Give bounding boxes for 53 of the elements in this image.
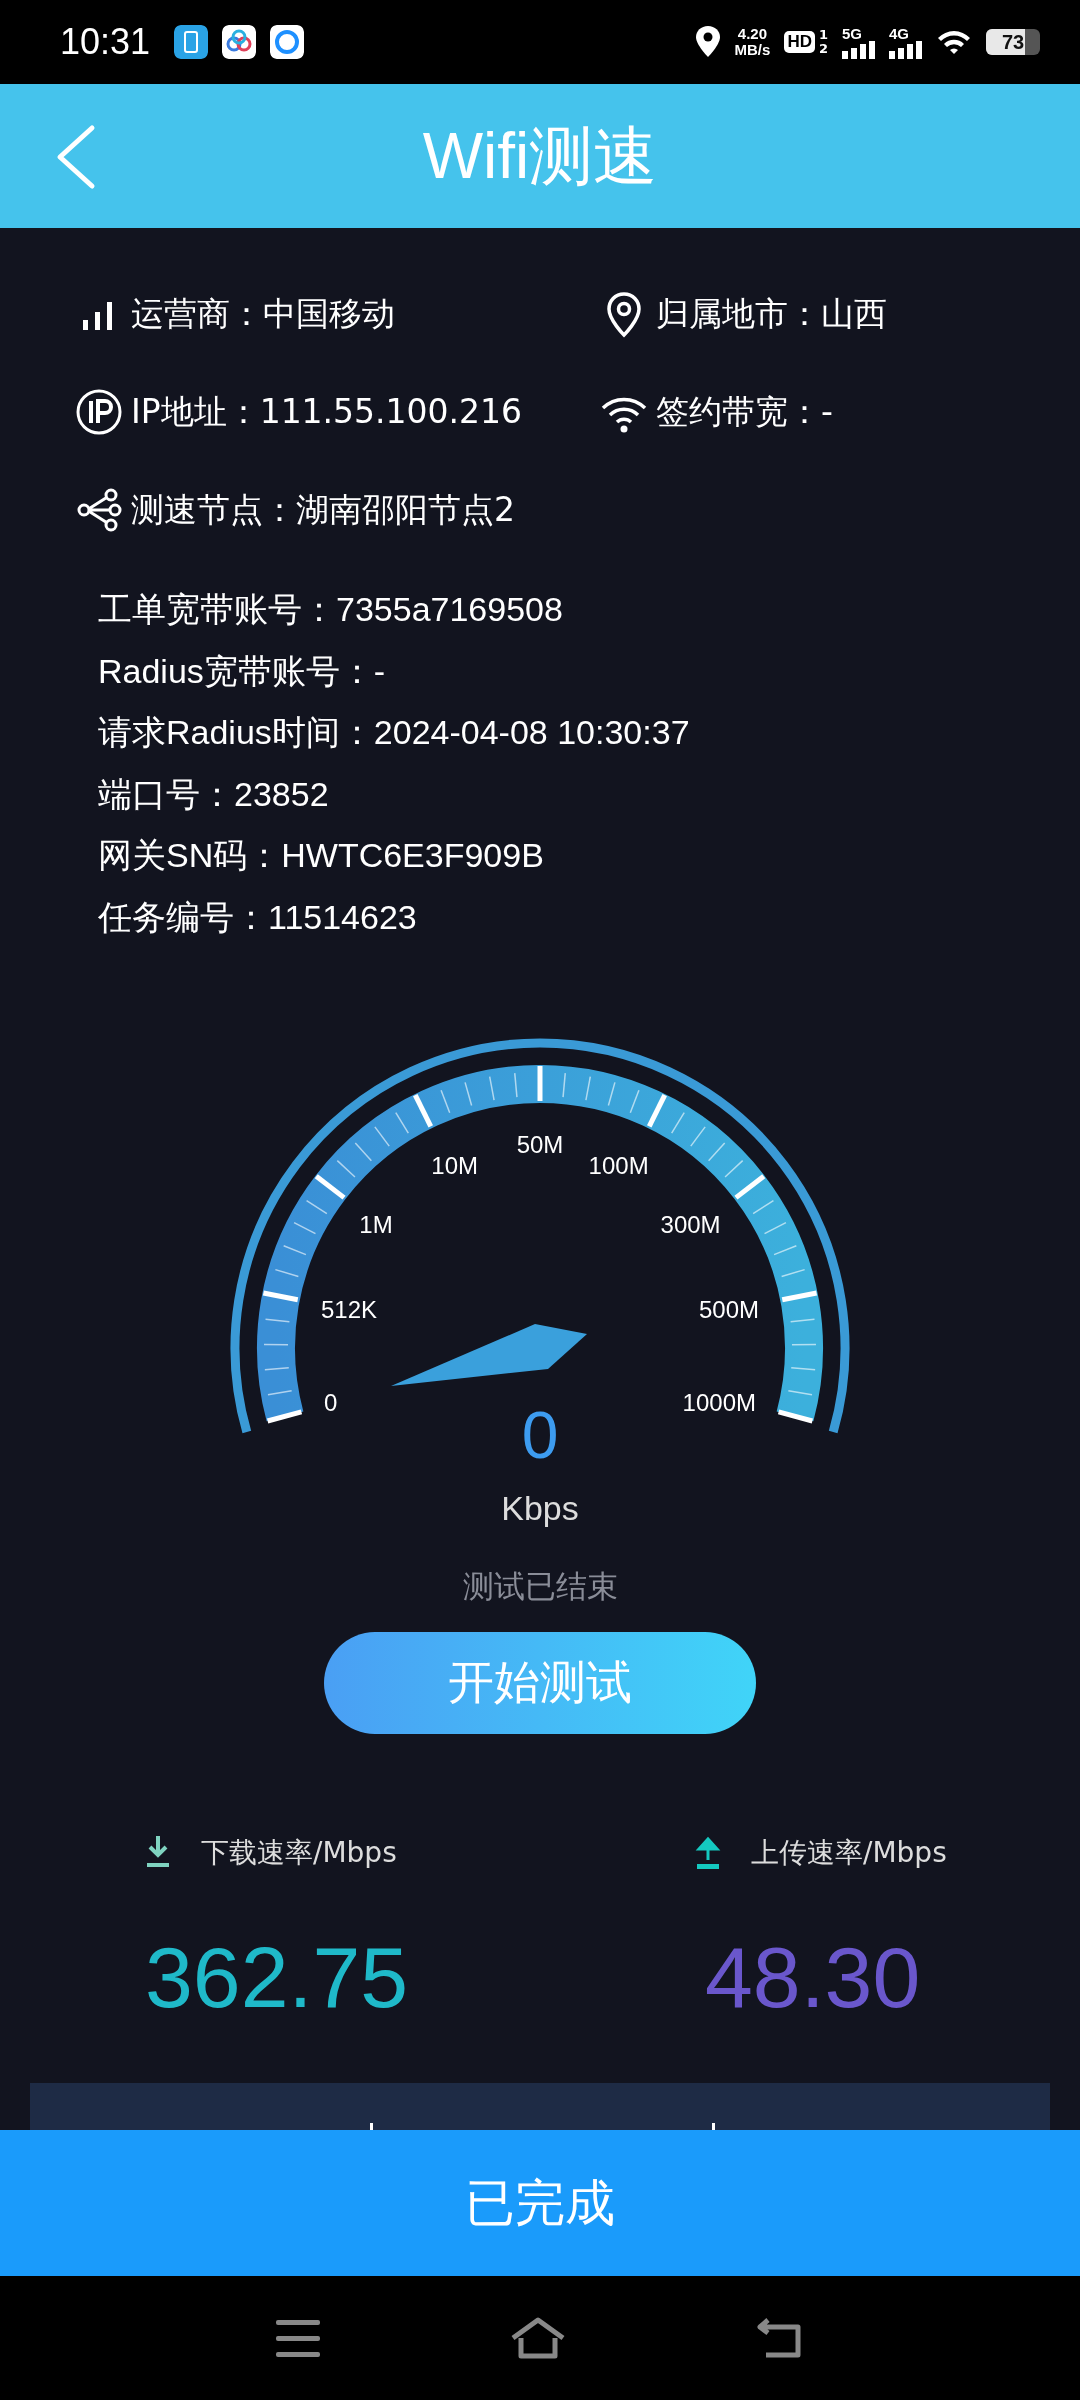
detail-line: Radius宽带账号：- xyxy=(98,650,387,692)
speed-unit: Kbps xyxy=(501,1489,579,1527)
upload-rate-label: 上传速率/Mbps xyxy=(751,1835,947,1871)
ip-icon xyxy=(75,388,123,436)
speed-reading: 0 xyxy=(521,1398,559,1472)
wifi-icon xyxy=(936,28,972,56)
home-icon[interactable] xyxy=(510,2316,566,2360)
clock: 10:31 xyxy=(60,21,151,63)
info-text: 测速节点：湖南邵阳节点2 xyxy=(131,489,515,531)
download-rate-value: 362.75 xyxy=(145,1928,410,2027)
start-test-button[interactable]: 开始测试 xyxy=(324,1632,756,1734)
upload-rate-value: 48.30 xyxy=(705,1928,922,2027)
info-text: 签约带宽：- xyxy=(656,391,833,433)
scale-label: 50M xyxy=(516,1131,564,1158)
phone-app-icon xyxy=(174,25,209,59)
download-rate-label: 下载速率/Mbps xyxy=(201,1835,397,1871)
detail-line: 任务编号：11514623 xyxy=(98,896,418,938)
location-icon xyxy=(694,25,721,59)
scale-label: 500M xyxy=(699,1296,760,1323)
share-nodes-icon xyxy=(75,486,123,534)
page-title: Wifi测速 xyxy=(422,118,658,194)
info-text: 运营商：中国移动 xyxy=(131,293,395,335)
scale-label: 100M xyxy=(588,1152,649,1180)
scale-label: 512K xyxy=(320,1296,377,1323)
upload-icon xyxy=(695,1836,721,1870)
battery-percent: 73 xyxy=(1001,30,1025,54)
info-text: IP地址：111.55.100.216 xyxy=(131,391,523,433)
browser-app-icon xyxy=(270,25,305,59)
sim-number: 2 xyxy=(818,42,828,56)
detail-line: 网关SN码：HWTC6E3F909B xyxy=(98,835,545,876)
hd-badge: HD xyxy=(784,31,815,53)
test-status: 测试已结束 xyxy=(461,1567,619,1606)
scale-label: 1M xyxy=(359,1211,393,1239)
detail-line: 端口号：23852 xyxy=(98,773,330,815)
done-button[interactable]: 已完成 xyxy=(0,2130,1080,2276)
network-type: 5G xyxy=(842,25,862,41)
scale-label: 10M xyxy=(431,1152,478,1180)
detail-line: 请求Radius时间：2024-04-08 10:30:37 xyxy=(98,712,691,753)
detail-line: 工单宽带账号：7355a7169508 xyxy=(98,589,564,630)
network-speed: 4.20 xyxy=(737,26,768,42)
cloud-app-icon xyxy=(222,25,257,59)
speed-unit: MB/s xyxy=(734,42,771,58)
signal-icon xyxy=(889,40,922,59)
info-text: 归属地市：山西 xyxy=(656,293,887,335)
sim-number: 1 xyxy=(818,28,828,42)
scale-label: 1000M xyxy=(682,1389,756,1417)
back-icon[interactable] xyxy=(756,2316,804,2360)
menu-icon[interactable] xyxy=(276,2318,320,2358)
signal-icon xyxy=(842,40,875,59)
download-icon xyxy=(145,1836,171,1870)
scale-label: 300M xyxy=(660,1211,721,1239)
scale-label: 0 xyxy=(324,1389,338,1417)
network-type: 4G xyxy=(889,25,909,41)
